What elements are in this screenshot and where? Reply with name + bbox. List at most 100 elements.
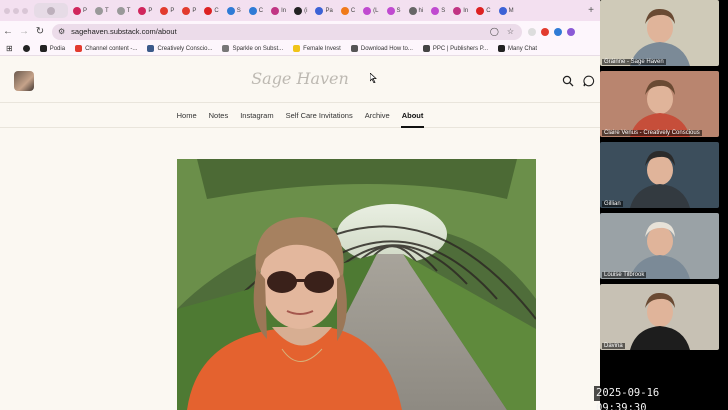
participant-tile[interactable]: Gráinne - Sage Haven [600, 0, 719, 66]
tab-favicon-icon [95, 6, 104, 15]
window-controls[interactable] [0, 7, 34, 14]
reload-icon[interactable]: ↻ [32, 26, 48, 37]
browser-tab[interactable]: T [114, 3, 134, 18]
tab-label: C [214, 7, 219, 14]
bookmark-label: PPC | Publishers P... [432, 45, 489, 52]
bookmark-favicon-icon [39, 45, 47, 52]
bookmark-star-icon[interactable]: ☆ [507, 27, 514, 36]
tab-label: P [192, 7, 197, 14]
tab-favicon-icon [138, 6, 147, 15]
extension-icon[interactable] [528, 27, 536, 36]
browser-tab[interactable]: P [135, 3, 155, 18]
bookmark-item[interactable]: PPC | Publishers P... [422, 45, 489, 52]
participant-video [630, 221, 690, 279]
back-icon[interactable]: ← [0, 26, 16, 37]
mouse-cursor-icon [370, 73, 377, 83]
extension-icon[interactable] [554, 27, 562, 36]
participant-tile[interactable]: Louise Tilbrook [600, 213, 719, 279]
browser-tab[interactable]: M [496, 3, 517, 18]
tab-label: In [281, 7, 287, 14]
browser-tab[interactable]: S [428, 3, 448, 18]
apps-grid-icon[interactable]: ⊞ [6, 44, 13, 53]
recording-timestamp: 2025-09-16 09:39:30 [594, 386, 714, 410]
bookmark-item[interactable]: Female Invest [293, 45, 341, 52]
tab-label: hi [418, 7, 424, 14]
nav-link-notes[interactable]: Notes [208, 103, 230, 128]
nav-link-instagram[interactable]: Instagram [239, 103, 274, 128]
browser-window: P T T P P P C S C In (i Pa C (L Shi S In C M + ← → ↻ ⚙ sag… [0, 0, 600, 410]
browser-tab[interactable]: C [201, 3, 221, 18]
participant-tile[interactable]: Claire Venus - Creatively Conscious [600, 71, 719, 137]
browser-tab[interactable]: In [268, 3, 289, 18]
bookmark-label: Channel content -... [85, 45, 138, 52]
bookmark-favicon-icon [147, 45, 155, 52]
browser-tab[interactable]: (L [360, 3, 381, 18]
tab-favicon-icon [315, 6, 324, 15]
browser-tab[interactable]: (i [291, 3, 310, 18]
new-tab-icon[interactable]: + [588, 5, 594, 16]
tab-favicon-icon [386, 6, 395, 15]
tab-favicon-icon [294, 6, 303, 15]
tab-favicon-icon [498, 6, 507, 15]
participant-video [630, 292, 690, 350]
tab-favicon-icon [116, 6, 125, 15]
nav-link-about[interactable]: About [400, 103, 425, 128]
browser-tab[interactable]: C [246, 3, 266, 18]
tab-label: P [148, 7, 153, 14]
tab-favicon-icon [160, 6, 169, 15]
tab-favicon-icon [47, 6, 55, 15]
browser-toolbar: ← → ↻ ⚙ sagehaven.substack.com/about ◯ ☆ [0, 21, 600, 42]
browser-tab[interactable]: In [450, 3, 471, 18]
browser-tab[interactable]: T [92, 3, 112, 18]
browser-tab[interactable]: hi [406, 3, 427, 18]
tab-favicon-icon [453, 6, 462, 15]
browser-tab[interactable]: C [473, 3, 493, 18]
bookmark-label: Sparkle on Subst... [232, 45, 284, 52]
tab-favicon-icon [476, 6, 485, 15]
tab-favicon-icon [226, 6, 235, 15]
forward-icon[interactable]: → [16, 26, 32, 37]
bookmark-label: Female Invest [303, 45, 341, 52]
bookmark-label: Podia [49, 45, 66, 52]
password-key-icon[interactable]: ◯ [490, 27, 499, 36]
search-icon[interactable] [562, 75, 574, 87]
nav-link-self-care-invitations[interactable]: Self Care Invitations [285, 103, 354, 128]
site-info-icon[interactable]: ⚙ [58, 27, 65, 36]
browser-tab[interactable]: S [224, 3, 244, 18]
nav-link-home[interactable]: Home [176, 103, 198, 128]
substack-page: Sage Haven Home Notes Instagram Self Care I… [0, 57, 600, 410]
browser-tab[interactable]: Pa [312, 3, 335, 18]
tab-label: S [396, 7, 401, 14]
tab-label: C [486, 7, 491, 14]
nav-link-archive[interactable]: Archive [364, 103, 391, 128]
tab-favicon-icon [204, 6, 213, 15]
bookmark-favicon-icon [293, 45, 301, 52]
browser-tab[interactable]: P [70, 3, 90, 18]
bookmark-item[interactable]: Creatively Conscio... [147, 45, 212, 52]
browser-tab[interactable]: P [157, 3, 177, 18]
participant-tile[interactable]: Davina [600, 284, 719, 350]
browser-tab[interactable] [34, 3, 68, 18]
bookmark-item[interactable]: Podia [39, 45, 66, 52]
bookmark-item[interactable]: Download How to... [350, 45, 413, 52]
participant-video [630, 8, 690, 66]
bookmark-item[interactable]: Sparkle on Subst... [222, 45, 283, 52]
site-title[interactable]: Sage Haven [0, 69, 600, 88]
bookmark-icon[interactable] [22, 45, 30, 52]
extension-icon[interactable] [567, 27, 575, 36]
address-bar[interactable]: ⚙ sagehaven.substack.com/about ◯ ☆ [52, 23, 522, 40]
participant-name: Claire Venus - Creatively Conscious [602, 130, 702, 136]
browser-tab[interactable]: S [384, 3, 404, 18]
tab-favicon-icon [248, 6, 257, 15]
url-text[interactable]: sagehaven.substack.com/about [71, 27, 176, 36]
bookmark-favicon-icon [75, 45, 83, 52]
bookmarks-bar: ⊞ Podia Channel content -... Creatively Co… [0, 42, 600, 56]
extension-icon[interactable] [541, 27, 549, 36]
site-navigation: Home Notes Instagram Self Care Invitations A… [0, 103, 600, 128]
bookmark-item[interactable]: Many Chat [498, 45, 537, 52]
bookmark-item[interactable]: Channel content -... [75, 45, 137, 52]
chat-icon[interactable] [583, 75, 595, 87]
participant-tile[interactable]: Gillian [600, 142, 719, 208]
browser-tab[interactable]: C [338, 3, 358, 18]
browser-tab[interactable]: P [179, 3, 199, 18]
